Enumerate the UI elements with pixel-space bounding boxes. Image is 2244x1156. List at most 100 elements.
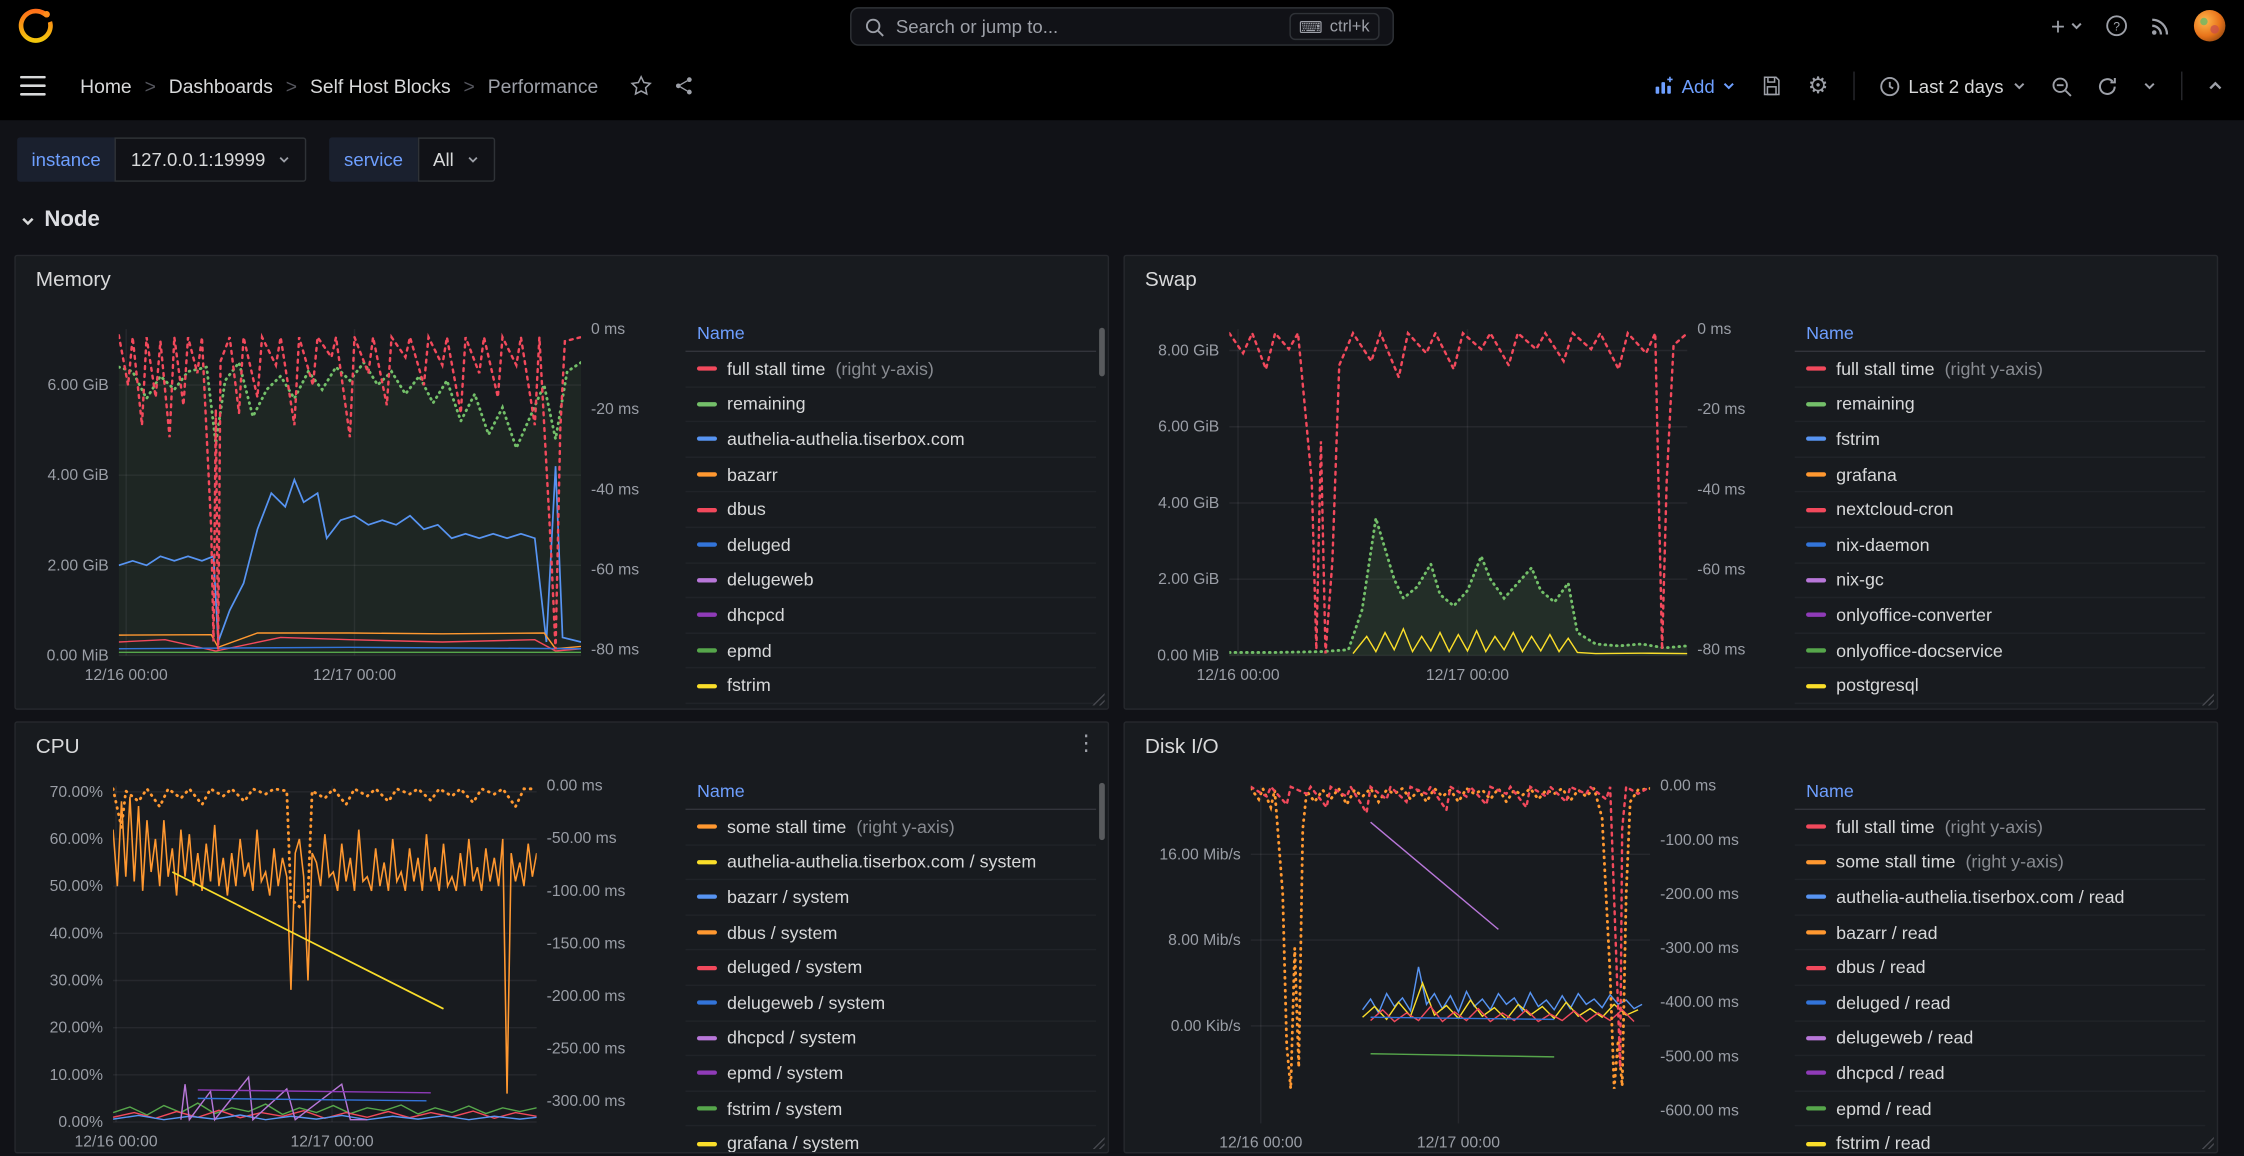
legend-item[interactable]: dhcpcd / system xyxy=(686,1021,1097,1056)
legend-item[interactable]: epmd / system xyxy=(686,1056,1097,1091)
help-button[interactable]: ? xyxy=(2105,14,2128,37)
panel-title[interactable]: Disk I/O xyxy=(1145,736,1219,759)
series-color-swatch xyxy=(697,367,717,371)
dashboard-settings-button[interactable]: ⚙ xyxy=(1808,72,1829,101)
legend-item[interactable]: delugeweb / read xyxy=(1795,1021,2206,1056)
series-color-swatch xyxy=(697,895,717,899)
legend-item[interactable]: deluged / system xyxy=(686,951,1097,986)
svg-text:-20 ms: -20 ms xyxy=(591,401,639,418)
legend-item[interactable]: delugeweb xyxy=(686,563,1097,598)
legend-item[interactable]: grafana xyxy=(1795,458,2206,493)
svg-text:-200.00 ms: -200.00 ms xyxy=(547,988,626,1005)
legend-item[interactable]: dhcpcd xyxy=(686,598,1097,633)
legend-item[interactable]: full stall time(right y-axis) xyxy=(1795,352,2206,387)
time-range-picker[interactable]: Last 2 days xyxy=(1878,75,2026,96)
legend-item[interactable]: fstrim / read xyxy=(1795,1127,2206,1152)
grafana-logo[interactable] xyxy=(17,7,54,44)
row-node[interactable]: Node xyxy=(20,208,100,234)
panel-menu-button[interactable]: ⋮ xyxy=(1073,730,1099,759)
legend-item[interactable]: dhcpcd / read xyxy=(1795,1056,2206,1091)
menu-toggle-button[interactable] xyxy=(20,76,46,96)
legend-scrollbar[interactable] xyxy=(1099,783,1105,840)
time-range-label: Last 2 days xyxy=(1908,75,2003,96)
legend-name-header[interactable]: Name xyxy=(686,316,1097,352)
legend-item[interactable]: authelia-authelia.tiserbox.com / system xyxy=(686,845,1097,880)
svg-text:-80 ms: -80 ms xyxy=(1697,641,1745,658)
legend-name-header[interactable]: Name xyxy=(1795,774,2206,810)
swap-legend: Name full stall time(right y-axis)remain… xyxy=(1795,316,2206,707)
series-color-swatch xyxy=(1806,1036,1826,1040)
breadcrumb-home[interactable]: Home xyxy=(80,75,132,96)
variable-instance-select[interactable]: 127.0.0.1:19999 xyxy=(115,137,307,181)
legend-item[interactable]: some stall time(right y-axis) xyxy=(1795,845,2206,880)
legend-item[interactable]: grafana / system xyxy=(686,1127,1097,1152)
svg-text:12/17 00:00: 12/17 00:00 xyxy=(1417,1135,1500,1152)
favorite-star-button[interactable] xyxy=(630,74,653,97)
legend-item[interactable]: fstrim / system xyxy=(686,1092,1097,1127)
series-color-swatch xyxy=(1806,895,1826,899)
save-dashboard-button[interactable] xyxy=(1761,74,1784,97)
legend-item[interactable]: full stall time(right y-axis) xyxy=(1795,810,2206,845)
news-rss-button[interactable] xyxy=(2150,15,2171,36)
legend-item[interactable]: onlyoffice-docservice xyxy=(1795,634,2206,669)
legend-scrollbar[interactable] xyxy=(1099,328,1105,377)
legend-name-header[interactable]: Name xyxy=(686,774,1097,810)
legend-item[interactable]: some stall time(right y-axis) xyxy=(686,810,1097,845)
legend-label: fstrim xyxy=(727,676,771,696)
legend-item[interactable]: deluged xyxy=(686,528,1097,563)
legend-item[interactable]: nix-daemon xyxy=(1795,528,2206,563)
legend-item[interactable]: fstrim xyxy=(1795,422,2206,457)
legend-item[interactable]: remaining xyxy=(1795,387,2206,422)
share-button[interactable] xyxy=(673,74,696,97)
variable-service-select[interactable]: All xyxy=(417,137,495,181)
legend-name-header[interactable]: Name xyxy=(1795,316,2206,352)
memory-chart[interactable]: 12/16 00:0012/17 00:000.00 MiB2.00 GiB4.… xyxy=(16,313,677,697)
swap-chart[interactable]: 12/16 00:0012/17 00:000.00 MiB2.00 GiB4.… xyxy=(1125,313,1786,697)
legend-item[interactable]: dbus / read xyxy=(1795,951,2206,986)
legend-item[interactable]: bazarr / system xyxy=(686,880,1097,915)
breadcrumb-current[interactable]: Performance xyxy=(488,75,599,96)
legend-item[interactable]: dbus / system xyxy=(686,916,1097,951)
panel-title[interactable]: CPU xyxy=(36,736,80,759)
breadcrumb-folder[interactable]: Self Host Blocks xyxy=(310,75,451,96)
zoom-out-button[interactable] xyxy=(2051,75,2072,96)
svg-text:-20 ms: -20 ms xyxy=(1697,401,1745,418)
legend-item[interactable]: remaining xyxy=(686,387,1097,422)
legend-item[interactable]: bazarr / read xyxy=(1795,916,2206,951)
legend-item[interactable]: nextcloud-cron xyxy=(1795,493,2206,528)
legend-label: nix-gc xyxy=(1836,570,1884,590)
disk-io-chart[interactable]: 12/16 00:0012/17 00:000.00 Kib/s8.00 Mib… xyxy=(1125,771,1786,1153)
legend-item[interactable]: bazarr xyxy=(686,458,1097,493)
breadcrumb-dashboards[interactable]: Dashboards xyxy=(169,75,273,96)
legend-item[interactable]: nix-gc xyxy=(1795,563,2206,598)
svg-text:-100.00 ms: -100.00 ms xyxy=(1660,832,1739,849)
refresh-interval-dropdown[interactable] xyxy=(2142,79,2156,93)
legend-item[interactable]: delugeweb / system xyxy=(686,986,1097,1021)
svg-text:10.00%: 10.00% xyxy=(50,1067,103,1084)
search-input[interactable]: Search or jump to... ⌨ ctrl+k xyxy=(850,7,1394,46)
user-avatar[interactable] xyxy=(2192,9,2226,43)
add-panel-button[interactable]: Add xyxy=(1653,75,1736,96)
legend-label: dbus xyxy=(727,500,766,520)
legend-item[interactable]: authelia-authelia.tiserbox.com xyxy=(686,422,1097,457)
legend-item[interactable]: epmd xyxy=(686,634,1097,669)
legend-label: postgresql xyxy=(1836,676,1919,696)
legend-item[interactable]: fstrim xyxy=(686,669,1097,704)
disk-io-legend: Name full stall time(right y-axis)some s… xyxy=(1795,774,2206,1152)
legend-item[interactable]: epmd / read xyxy=(1795,1092,2206,1127)
refresh-button[interactable] xyxy=(2097,75,2118,96)
legend-item[interactable]: full stall time(right y-axis) xyxy=(686,352,1097,387)
legend-item[interactable]: authelia-authelia.tiserbox.com / read xyxy=(1795,880,2206,915)
new-menu-button[interactable]: + xyxy=(2051,14,2084,38)
cpu-legend: Name some stall time(right y-axis)authel… xyxy=(686,774,1097,1152)
collapse-toolbar-button[interactable] xyxy=(2207,77,2224,94)
legend-item[interactable]: dbus xyxy=(686,493,1097,528)
legend-item[interactable]: postgresql xyxy=(1795,669,2206,704)
chevron-down-icon xyxy=(278,153,291,166)
cpu-chart[interactable]: 12/16 00:0012/17 00:000.00%10.00%20.00%3… xyxy=(16,771,677,1153)
legend-item[interactable]: onlyoffice-converter xyxy=(1795,598,2206,633)
series-color-swatch xyxy=(697,684,717,688)
panel-title[interactable]: Swap xyxy=(1145,269,1197,292)
legend-item[interactable]: deluged / read xyxy=(1795,986,2206,1021)
panel-title[interactable]: Memory xyxy=(36,269,111,292)
